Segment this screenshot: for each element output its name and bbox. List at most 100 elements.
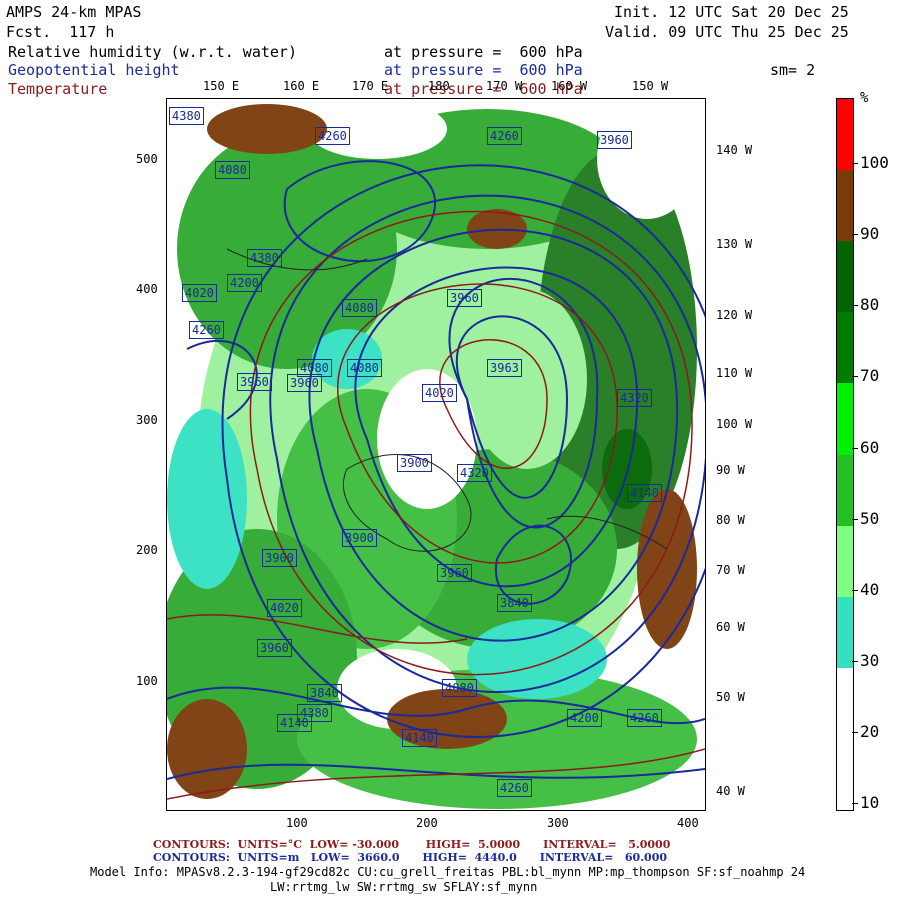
height-label: 3960 xyxy=(257,639,292,657)
height-label: 4080 xyxy=(342,299,377,317)
smoothing-label: sm= 2 xyxy=(770,61,816,79)
temperature-contour-info: CONTOURS: UNITS=°C LOW= -30.000 HIGH= 5.… xyxy=(153,838,671,851)
height-label: 4380 xyxy=(169,107,204,125)
colorbar-label: 90 xyxy=(860,224,880,244)
y-tick-label: 400 xyxy=(136,282,158,296)
colorbar-segment xyxy=(837,596,853,669)
field3-name: Temperature xyxy=(8,80,108,98)
x-tick-label: 300 xyxy=(547,816,569,830)
colorbar-segment xyxy=(837,454,853,527)
y-tick-label: 100 xyxy=(136,674,158,688)
height-label: 4140 xyxy=(627,484,662,502)
x-tick-label: 100 xyxy=(286,816,308,830)
colorbar-tick xyxy=(852,234,858,236)
lon-label: 170 W xyxy=(486,79,523,93)
lon-label: 160 W xyxy=(551,79,588,93)
height-label: 4080 xyxy=(442,679,477,697)
x-tick-label: 400 xyxy=(677,816,699,830)
lon-label: 50 W xyxy=(716,690,745,704)
height-label: 4260 xyxy=(627,709,662,727)
height-label: 4020 xyxy=(267,599,302,617)
colorbar-label: 100 xyxy=(860,153,889,173)
field2-name: Geopotential height xyxy=(8,61,180,79)
height-label: 4200 xyxy=(567,709,602,727)
colorbar-tick xyxy=(852,589,858,591)
height-label: 4080 xyxy=(215,161,250,179)
forecast-map: 4380 4260 4080 4260 3960 4380 4200 4080 4020 3960… xyxy=(166,98,706,811)
lon-label: 60 W xyxy=(716,620,745,634)
lon-label: 160 E xyxy=(283,79,320,93)
lon-label: 80 W xyxy=(716,513,745,527)
height-label: 4020 xyxy=(182,284,217,302)
lon-label: 70 W xyxy=(716,563,745,577)
colorbar-tick xyxy=(852,305,858,307)
lon-label: 180 xyxy=(428,79,450,93)
model-title: AMPS 24-km MPAS xyxy=(6,3,142,21)
colorbar-segment xyxy=(837,170,853,242)
height-label: 4380 xyxy=(297,704,332,722)
height-label: 3960 xyxy=(447,289,482,307)
lon-label: 40 W xyxy=(716,784,745,798)
y-tick-label: 500 xyxy=(136,152,158,166)
colorbar-segment xyxy=(837,525,853,598)
colorbar-label: 20 xyxy=(860,721,880,741)
x-tick-label: 200 xyxy=(416,816,438,830)
lon-label: 150 W xyxy=(632,79,669,93)
init-time: Init. 12 UTC Sat 20 Dec 25 xyxy=(614,3,849,21)
forecast-hour: Fcst. 117 h xyxy=(6,23,115,41)
height-label: 4080 xyxy=(347,359,382,377)
lon-label: 170 E xyxy=(352,79,389,93)
height-label: 4260 xyxy=(497,779,532,797)
model-info-line2: LW:rrtmg_lw SW:rrtmg_sw SFLAY:sf_mynn xyxy=(270,880,538,894)
colorbar-label: 40 xyxy=(860,579,880,599)
colorbar-tick xyxy=(852,376,858,378)
height-label: 4380 xyxy=(247,249,282,267)
colorbar-unit: % xyxy=(860,90,869,106)
lon-label: 140 W xyxy=(716,143,753,157)
y-tick-label: 300 xyxy=(136,413,158,427)
colorbar-label: 70 xyxy=(860,366,880,386)
colorbar-tick xyxy=(852,731,858,733)
y-tick-label: 200 xyxy=(136,543,158,557)
model-info-line1: Model Info: MPASv8.2.3-194-gf29cd82c CU:… xyxy=(90,865,806,879)
height-label: 4260 xyxy=(189,321,224,339)
height-label: 4320 xyxy=(457,464,492,482)
field1-name: Relative humidity (w.r.t. water) xyxy=(8,43,297,61)
height-label: 4260 xyxy=(487,127,522,145)
colorbar-label: 10 xyxy=(860,793,880,812)
lon-label: 100 W xyxy=(716,417,753,431)
height-label: 3900 xyxy=(342,529,377,547)
height-label: 3960 xyxy=(437,564,472,582)
colorbar-segment xyxy=(837,667,853,740)
field1-level: at pressure = 600 hPa xyxy=(384,43,583,61)
height-label: 3900 xyxy=(262,549,297,567)
height-label: 3840 xyxy=(307,684,342,702)
humidity-colorbar xyxy=(836,98,854,811)
colorbar-label: 80 xyxy=(860,295,880,315)
height-label: 3840 xyxy=(497,594,532,612)
colorbar-segment xyxy=(837,241,853,313)
lon-label: 90 W xyxy=(716,463,745,477)
height-label: 4200 xyxy=(227,274,262,292)
colorbar-tick xyxy=(852,803,858,804)
lon-label: 110 W xyxy=(716,366,753,380)
height-label: 3900 xyxy=(397,454,432,472)
colorbar-segment xyxy=(837,383,853,455)
height-label: 4140 xyxy=(402,729,437,747)
colorbar-label: 60 xyxy=(860,437,880,457)
height-label: 3960 xyxy=(597,131,632,149)
height-label: 4320 xyxy=(617,389,652,407)
colorbar-tick xyxy=(852,163,858,165)
height-contour-info: CONTOURS: UNITS=m LOW= 3660.0 HIGH= 4440… xyxy=(153,851,667,864)
height-label: 4020 xyxy=(422,384,457,402)
colorbar-label: 30 xyxy=(860,650,880,670)
colorbar-tick xyxy=(852,660,858,662)
height-label: 3963 xyxy=(487,359,522,377)
lon-label: 120 W xyxy=(716,308,753,322)
valid-time: Valid. 09 UTC Thu 25 Dec 25 xyxy=(605,23,849,41)
height-label: 4260 xyxy=(315,127,350,145)
colorbar-segment xyxy=(837,738,853,811)
colorbar-segment xyxy=(837,312,853,384)
height-label: 3960 xyxy=(237,373,272,391)
lon-label: 130 W xyxy=(716,237,753,251)
